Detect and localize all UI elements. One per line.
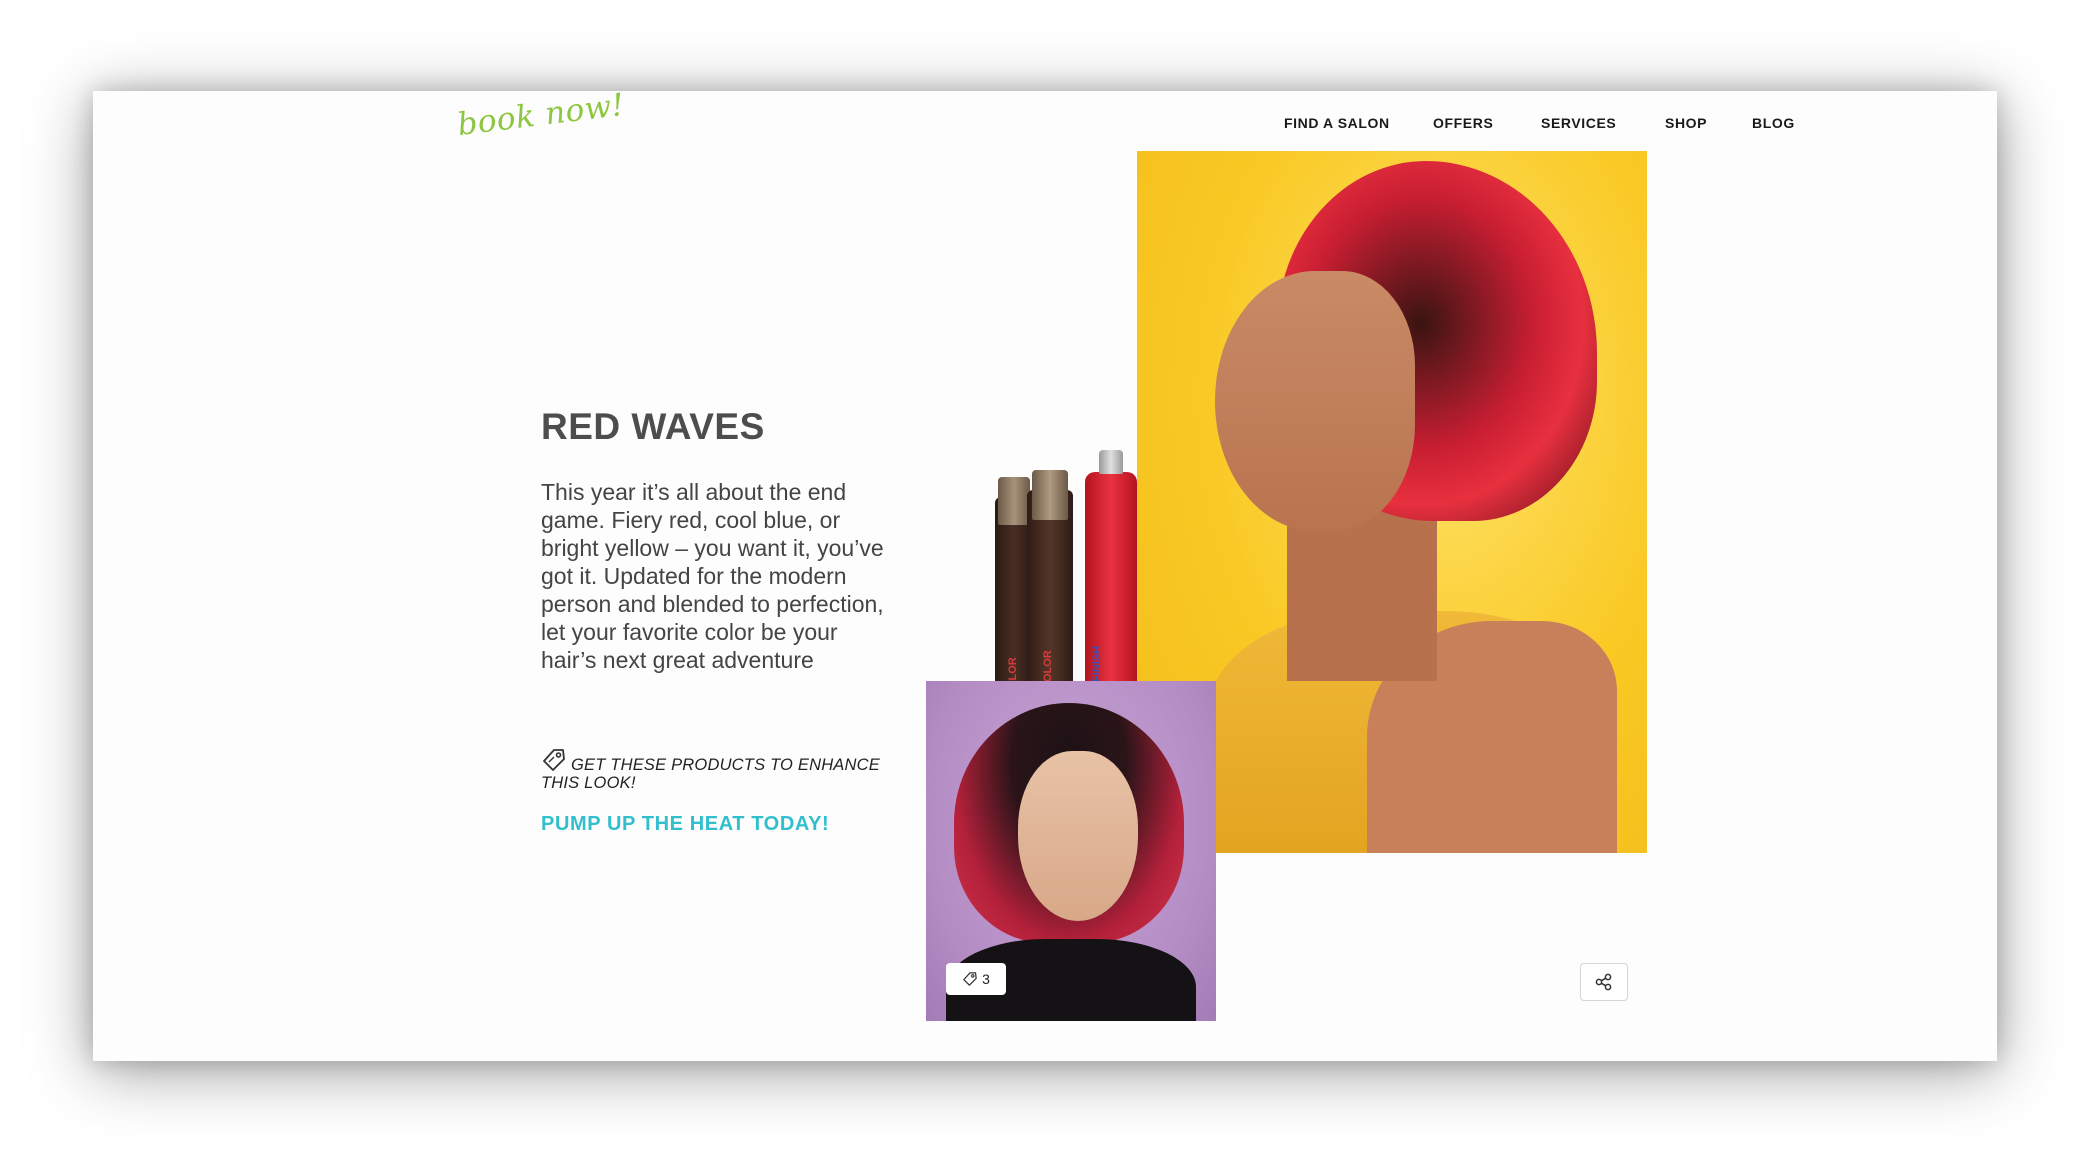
- pump-up-heat-link[interactable]: PUMP UP THE HEAT TODAY!: [541, 813, 829, 836]
- share-icon: [1595, 973, 1612, 991]
- tag-count: 3: [982, 971, 990, 987]
- nav-offers[interactable]: OFFERS: [1433, 115, 1493, 131]
- nav-shop[interactable]: SHOP: [1665, 115, 1707, 131]
- page-frame: book now! FIND A SALON OFFERS SERVICES S…: [93, 91, 1997, 1061]
- product-tag-badge[interactable]: 3: [946, 963, 1006, 995]
- main-nav: FIND A SALON OFFERS SERVICES SHOP BLOG: [93, 115, 1997, 139]
- products-prompt-text: GET THESE PRODUCTS TO ENHANCE THIS LOOK!: [541, 756, 880, 792]
- bottle3-label: FINISH: [1091, 645, 1103, 682]
- look-title: RED WAVES: [541, 406, 765, 447]
- nav-find-a-salon[interactable]: FIND A SALON: [1284, 115, 1390, 131]
- look-description: This year it’s all about the end game. F…: [541, 479, 884, 673]
- nav-blog[interactable]: BLOG: [1752, 115, 1795, 131]
- red-waves-portrait-photo[interactable]: 3: [926, 681, 1216, 1021]
- tag-icon: [543, 749, 565, 771]
- tag-icon: [963, 972, 977, 986]
- products-prompt: GET THESE PRODUCTS TO ENHANCE THIS LOOK!: [541, 747, 886, 792]
- model2-face: [1018, 751, 1138, 921]
- share-button[interactable]: [1580, 963, 1628, 1001]
- nav-services[interactable]: SERVICES: [1541, 115, 1616, 131]
